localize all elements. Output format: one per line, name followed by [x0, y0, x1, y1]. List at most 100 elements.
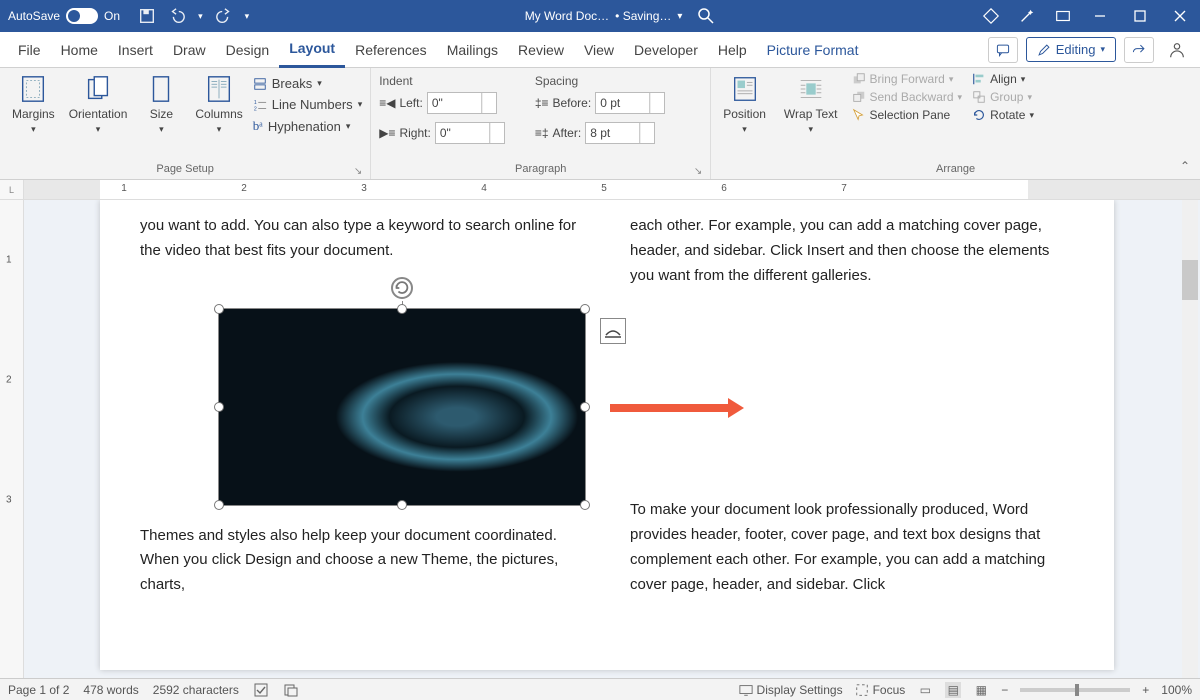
- vertical-scrollbar[interactable]: [1182, 200, 1198, 678]
- resize-handle[interactable]: [397, 500, 407, 510]
- label: Right:: [399, 126, 430, 140]
- resize-handle[interactable]: [214, 402, 224, 412]
- label: Line Numbers: [272, 97, 353, 112]
- spacing-after-input[interactable]: 8 pt: [585, 122, 655, 144]
- page-viewport[interactable]: you want to add. You can also type a key…: [24, 200, 1200, 678]
- undo-icon[interactable]: [168, 7, 186, 25]
- ruler-mark: 7: [841, 183, 847, 194]
- editing-mode-button[interactable]: Editing ▾: [1026, 37, 1116, 62]
- page-count[interactable]: Page 1 of 2: [8, 683, 69, 697]
- autosave-toggle[interactable]: AutoSave On: [0, 8, 128, 24]
- resize-handle[interactable]: [580, 500, 590, 510]
- tab-draw[interactable]: Draw: [163, 32, 216, 68]
- ruler-mark: 3: [361, 183, 367, 194]
- save-icon[interactable]: [138, 7, 156, 25]
- search-icon[interactable]: [696, 6, 716, 26]
- resize-handle[interactable]: [397, 304, 407, 314]
- chevron-down-icon[interactable]: ▾: [198, 11, 203, 22]
- group-label: Arrange: [936, 163, 975, 175]
- spacing-before-input[interactable]: 0 pt: [595, 92, 665, 114]
- web-layout-icon[interactable]: ▦: [973, 682, 989, 698]
- rotate-handle-icon[interactable]: [391, 277, 413, 299]
- paragraph-text: you want to add. You can also type a key…: [140, 214, 584, 264]
- char-count[interactable]: 2592 characters: [153, 683, 239, 697]
- columns-button[interactable]: Columns▾: [191, 72, 246, 137]
- account-icon[interactable]: [1162, 41, 1192, 59]
- layout-options-popup[interactable]: [600, 318, 626, 344]
- tab-layout[interactable]: Layout: [279, 32, 345, 68]
- tab-insert[interactable]: Insert: [108, 32, 163, 68]
- selected-picture[interactable]: [218, 308, 586, 506]
- chevron-down-icon: ▾: [677, 11, 682, 22]
- tab-mailings[interactable]: Mailings: [437, 32, 508, 68]
- wand-icon[interactable]: [1018, 7, 1036, 25]
- tab-references[interactable]: References: [345, 32, 437, 68]
- window-icon[interactable]: [1054, 7, 1072, 25]
- zoom-in-button[interactable]: +: [1142, 683, 1149, 697]
- send-backward-button[interactable]: Send Backward ▾: [852, 90, 963, 104]
- comments-button[interactable]: [988, 37, 1018, 63]
- resize-handle[interactable]: [580, 402, 590, 412]
- word-count[interactable]: 478 words: [83, 683, 138, 697]
- resize-handle[interactable]: [580, 304, 590, 314]
- diamond-icon[interactable]: [982, 7, 1000, 25]
- vertical-ruler[interactable]: 1 2 3: [0, 200, 24, 678]
- label: Size: [150, 107, 173, 121]
- minimize-button[interactable]: [1080, 0, 1120, 32]
- accessibility-icon[interactable]: [283, 682, 299, 698]
- zoom-slider[interactable]: [1020, 688, 1130, 692]
- ruler-mark: 4: [481, 183, 487, 194]
- indent-right-input[interactable]: 0": [435, 122, 505, 144]
- wrap-text-button[interactable]: Wrap Text▾: [780, 72, 842, 137]
- resize-handle[interactable]: [214, 304, 224, 314]
- maximize-button[interactable]: [1120, 0, 1160, 32]
- close-button[interactable]: [1160, 0, 1200, 32]
- zoom-out-button[interactable]: −: [1001, 683, 1008, 697]
- tab-help[interactable]: Help: [708, 32, 757, 68]
- dialog-launcher-icon[interactable]: ↘: [694, 166, 702, 177]
- selection-pane-button[interactable]: Selection Pane: [852, 108, 963, 122]
- tab-picture-format[interactable]: Picture Format: [757, 32, 869, 68]
- hyphenation-button[interactable]: bᵃHyphenation ▾: [253, 118, 362, 134]
- spacing-before-row: ‡≡ Before: 0 pt: [535, 92, 665, 114]
- tab-review[interactable]: Review: [508, 32, 574, 68]
- indent-left-row: ≡◀ Left: 0": [379, 92, 505, 114]
- horizontal-ruler[interactable]: 1 2 3 4 5 6 7 7: [24, 180, 1200, 199]
- collapse-ribbon-icon[interactable]: ⌃: [1180, 159, 1190, 173]
- align-button[interactable]: Align ▾: [972, 72, 1034, 86]
- display-settings-button[interactable]: Display Settings: [739, 683, 843, 697]
- document-title[interactable]: My Word Doc… • Saving… ▾: [525, 9, 683, 23]
- ruler-mark: 2: [241, 183, 247, 194]
- tab-developer[interactable]: Developer: [624, 32, 708, 68]
- redo-icon[interactable]: [215, 7, 233, 25]
- zoom-level[interactable]: 100%: [1161, 683, 1192, 697]
- indent-header: Indent: [379, 72, 505, 92]
- position-button[interactable]: Position▾: [719, 72, 770, 137]
- dialog-launcher-icon[interactable]: ↘: [354, 166, 362, 177]
- line-numbers-button[interactable]: 12Line Numbers ▾: [253, 97, 362, 112]
- bring-forward-button[interactable]: Bring Forward ▾: [852, 72, 963, 86]
- save-status-text: • Saving…: [615, 9, 671, 23]
- tab-file[interactable]: File: [8, 32, 51, 68]
- label: Wrap Text: [784, 107, 838, 121]
- print-layout-icon[interactable]: ▤: [945, 682, 961, 698]
- rotate-button[interactable]: Rotate ▾: [972, 108, 1034, 122]
- scrollbar-thumb[interactable]: [1182, 260, 1198, 300]
- tab-view[interactable]: View: [574, 32, 624, 68]
- tab-design[interactable]: Design: [216, 32, 280, 68]
- size-button[interactable]: Size▾: [137, 72, 185, 137]
- ruler-mark: 3: [6, 495, 12, 506]
- read-mode-icon[interactable]: ▭: [917, 682, 933, 698]
- indent-left-input[interactable]: 0": [427, 92, 497, 114]
- focus-button[interactable]: Focus: [855, 683, 906, 697]
- spellcheck-icon[interactable]: [253, 682, 269, 698]
- orientation-button[interactable]: Orientation▾: [65, 72, 132, 137]
- share-button[interactable]: [1124, 37, 1154, 63]
- ribbon: Margins▾ Orientation▾ Size▾ Columns▾ Bre…: [0, 68, 1200, 180]
- margins-button[interactable]: Margins▾: [8, 72, 59, 137]
- resize-handle[interactable]: [214, 500, 224, 510]
- tab-home[interactable]: Home: [51, 32, 108, 68]
- chevron-down-icon[interactable]: ▾: [245, 11, 250, 22]
- group-button[interactable]: Group ▾: [972, 90, 1034, 104]
- breaks-button[interactable]: Breaks ▾: [253, 76, 362, 91]
